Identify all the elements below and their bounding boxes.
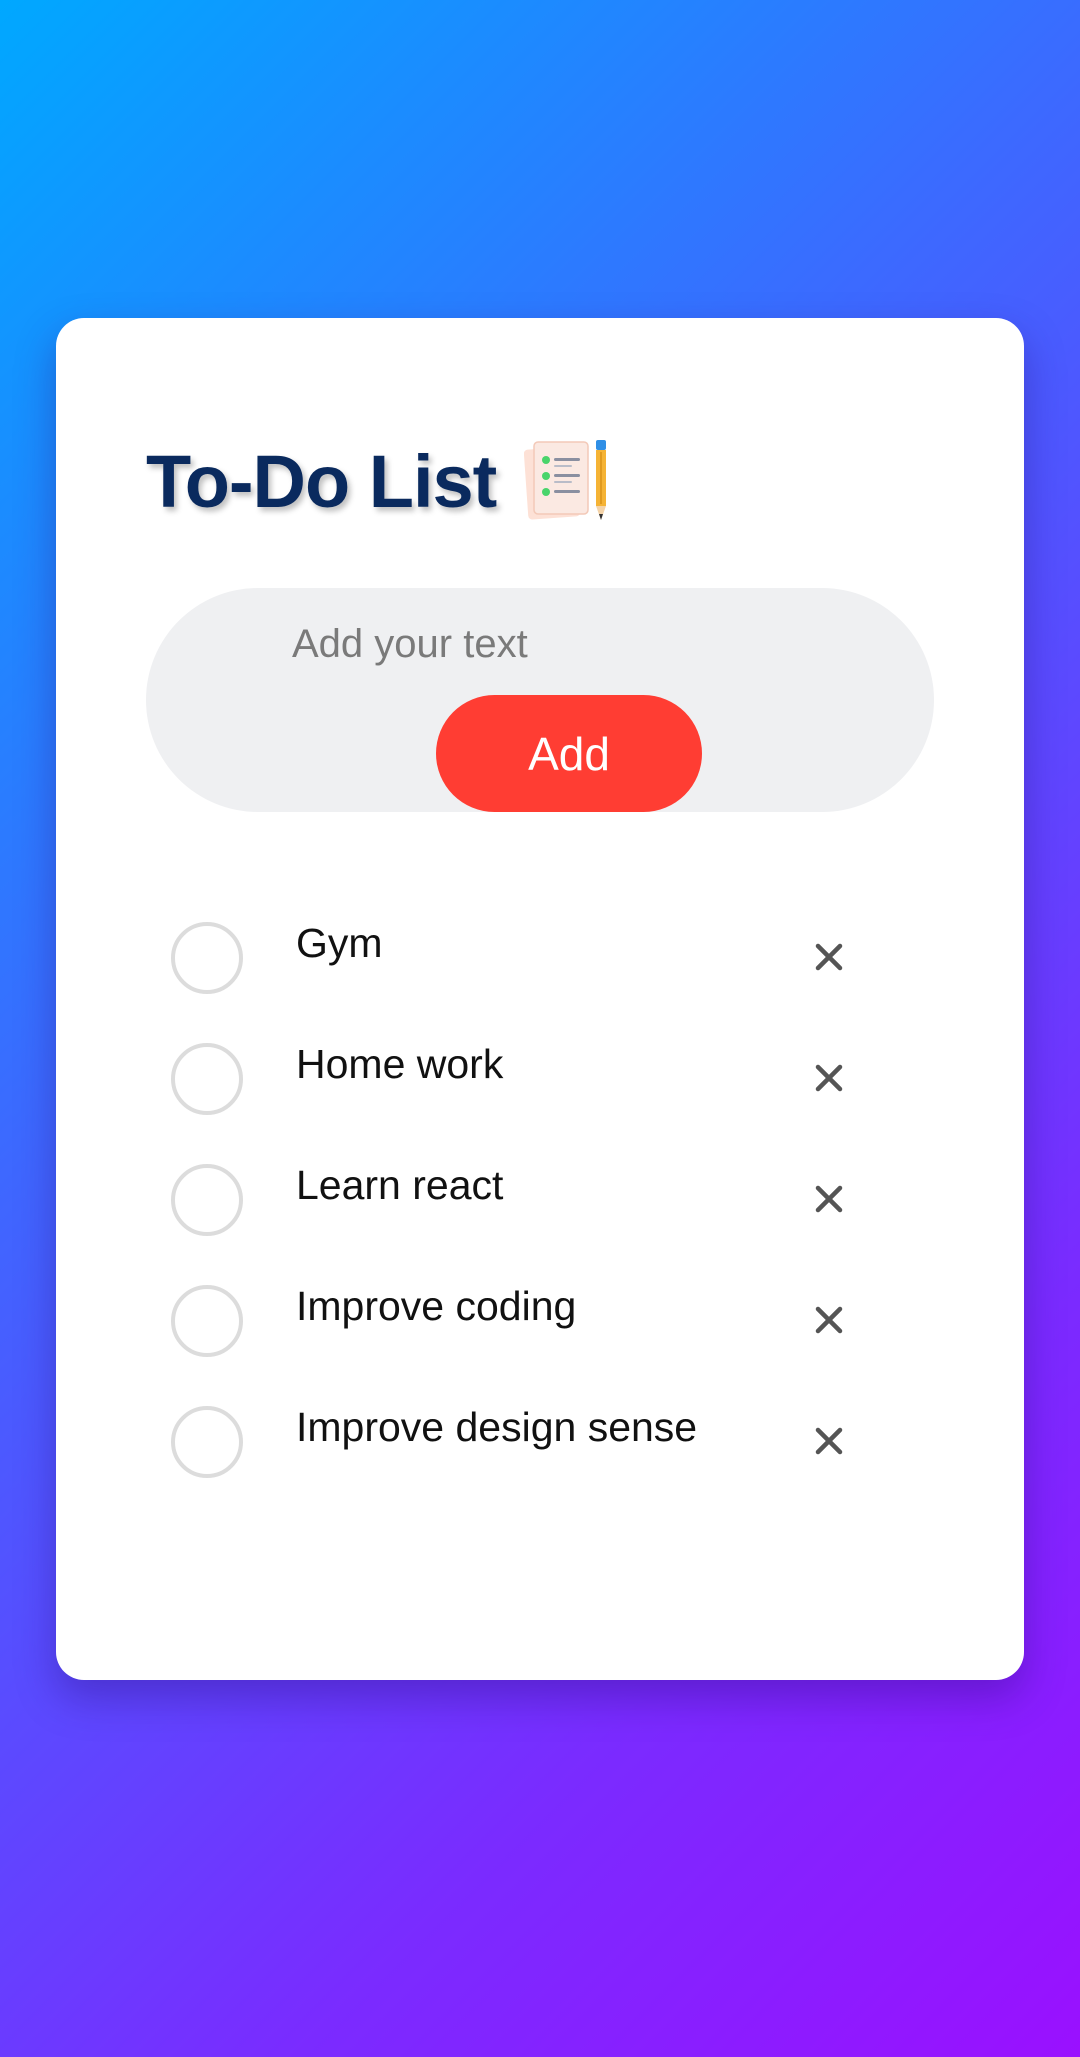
todo-label[interactable]: Home work — [296, 1039, 503, 1089]
notepad-pencil-icon — [524, 440, 607, 520]
todo-label[interactable]: Gym — [296, 918, 383, 968]
list-item: Improve coding — [56, 1281, 1024, 1402]
page-title: To-Do List — [146, 439, 497, 523]
add-todo-form: Add — [146, 588, 934, 812]
header: To-Do List — [146, 436, 614, 526]
close-icon[interactable] — [808, 1178, 850, 1220]
list-item: Improve design sense — [56, 1402, 1024, 1523]
todo-card: To-Do List Add Gym — [56, 318, 1024, 1680]
todo-label[interactable]: Improve coding — [296, 1281, 576, 1331]
todo-label[interactable]: Learn react — [296, 1160, 503, 1210]
close-icon[interactable] — [808, 936, 850, 978]
todo-input[interactable] — [292, 616, 792, 672]
todo-label[interactable]: Improve design sense — [296, 1402, 697, 1452]
add-button[interactable]: Add — [436, 695, 702, 812]
close-icon[interactable] — [808, 1420, 850, 1462]
checkbox[interactable] — [171, 1164, 243, 1236]
checkbox[interactable] — [171, 1285, 243, 1357]
checkbox[interactable] — [171, 1406, 243, 1478]
list-item: Gym — [56, 918, 1024, 1039]
list-item: Home work — [56, 1039, 1024, 1160]
checkbox[interactable] — [171, 922, 243, 994]
todo-list: Gym Home work Learn react Improve coding… — [56, 918, 1024, 1523]
close-icon[interactable] — [808, 1057, 850, 1099]
close-icon[interactable] — [808, 1299, 850, 1341]
checkbox[interactable] — [171, 1043, 243, 1115]
list-item: Learn react — [56, 1160, 1024, 1281]
